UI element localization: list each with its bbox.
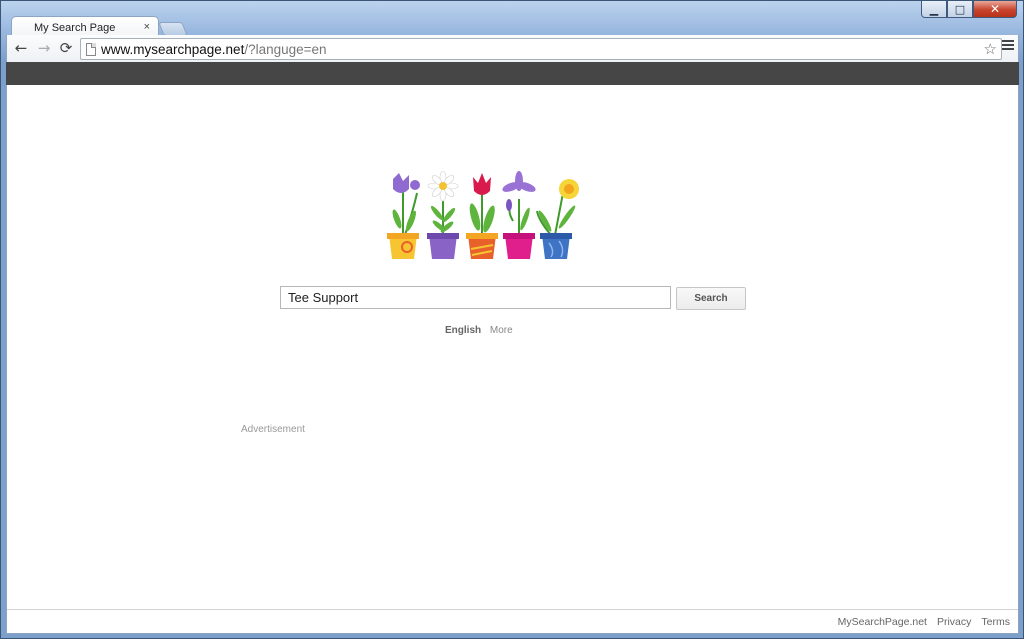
language-english-link[interactable]: English [445,325,481,336]
tab-close-icon[interactable]: × [144,21,150,33]
page-viewport: Tee Support Search English More Advertis… [6,85,1019,634]
advertisement-label: Advertisement [241,424,305,435]
arrow-right-icon: → [37,39,51,57]
tab-title: My Search Page [34,22,116,34]
page-icon [86,43,96,56]
browser-window: ▁ □ ✕ My Search Page × ← → ⟳ www.mysearc… [0,0,1024,639]
hamburger-menu-icon[interactable] [1002,40,1014,52]
url-path: /?languge=en [244,42,327,57]
footer-terms-link[interactable]: Terms [981,616,1010,628]
footer-site-link[interactable]: MySearchPage.net [838,616,927,628]
language-links: English More [445,325,513,336]
browser-toolbar: ← → ⟳ www.mysearchpage.net/?languge=en ☆ [6,35,1019,62]
star-icon[interactable]: ☆ [984,40,997,58]
language-more-link[interactable]: More [490,325,513,336]
footer-divider [7,609,1018,610]
url-host: www.mysearchpage.net [101,42,245,57]
flower-pots-logo [387,171,579,259]
forward-button[interactable]: → [34,38,54,58]
new-tab-button[interactable] [158,22,188,36]
back-button[interactable]: ← [11,38,31,58]
search-button[interactable]: Search [676,287,746,310]
footer: MySearchPage.net Privacy Terms [838,616,1010,628]
reload-button[interactable]: ⟳ [56,38,76,58]
site-top-bar [6,62,1019,85]
reload-icon: ⟳ [59,39,73,57]
search-input[interactable]: Tee Support [280,286,671,309]
address-bar[interactable]: www.mysearchpage.net/?languge=en ☆ [80,38,1002,60]
tab-strip: My Search Page × [1,13,1023,38]
footer-privacy-link[interactable]: Privacy [937,616,971,628]
arrow-left-icon: ← [14,39,28,57]
